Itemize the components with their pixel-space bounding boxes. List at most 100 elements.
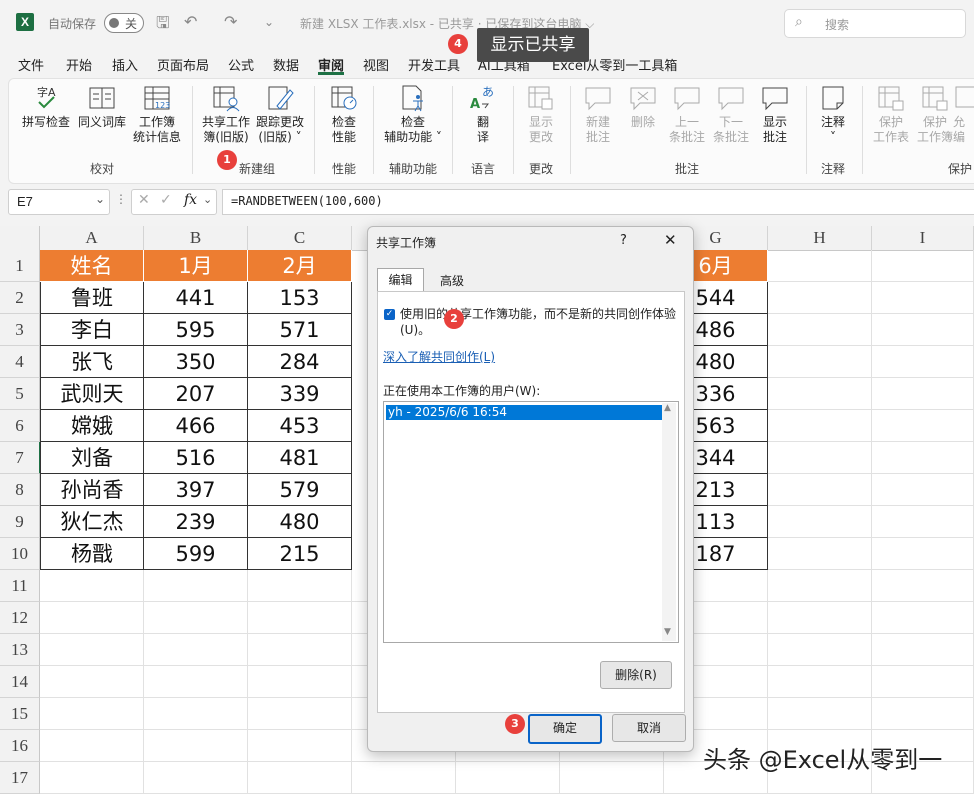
track-changes-button[interactable]: 跟踪更改 (旧版) ˅: [248, 84, 312, 145]
empty-cell[interactable]: [768, 506, 872, 538]
customize-toolbar-icon[interactable]: ⌄: [264, 15, 274, 29]
menu-insert[interactable]: 插入: [112, 55, 138, 74]
empty-cell[interactable]: [248, 602, 352, 634]
empty-cell[interactable]: [872, 282, 974, 314]
empty-cell[interactable]: [144, 602, 248, 634]
insert-function-icon[interactable]: fx: [184, 192, 197, 208]
empty-cell[interactable]: [560, 762, 664, 794]
empty-cell[interactable]: [248, 634, 352, 666]
empty-cell[interactable]: [768, 666, 872, 698]
table-cell[interactable]: 441: [144, 282, 248, 314]
table-cell[interactable]: 孙尚香: [40, 474, 144, 506]
formula-input[interactable]: =RANDBETWEEN(100,600): [222, 189, 974, 215]
empty-cell[interactable]: [248, 570, 352, 602]
empty-cell[interactable]: [768, 698, 872, 730]
search-box[interactable]: ⌕ 搜索: [784, 9, 966, 38]
table-cell[interactable]: 刘备: [40, 442, 144, 474]
empty-cell[interactable]: [872, 570, 974, 602]
check-icon[interactable]: ✓: [160, 192, 172, 208]
empty-cell[interactable]: [872, 602, 974, 634]
tab-advanced[interactable]: 高级: [428, 270, 476, 292]
empty-cell[interactable]: [40, 730, 144, 762]
empty-cell[interactable]: [144, 698, 248, 730]
empty-cell[interactable]: [872, 378, 974, 410]
empty-cell[interactable]: [872, 346, 974, 378]
empty-cell[interactable]: [768, 282, 872, 314]
empty-cell[interactable]: [768, 250, 872, 282]
table-cell[interactable]: 207: [144, 378, 248, 410]
row-header-2[interactable]: 2: [0, 282, 40, 314]
row-header-5[interactable]: 5: [0, 378, 40, 410]
empty-cell[interactable]: [768, 602, 872, 634]
row-header-6[interactable]: 6: [0, 410, 40, 442]
empty-cell[interactable]: [144, 634, 248, 666]
empty-cell[interactable]: [872, 634, 974, 666]
menu-developer[interactable]: 开发工具: [408, 55, 460, 74]
table-cell[interactable]: 215: [248, 538, 352, 570]
menu-home[interactable]: 开始: [66, 55, 92, 74]
row-header-13[interactable]: 13: [0, 634, 40, 666]
notes-button[interactable]: 注释 ˅: [801, 84, 865, 145]
ok-button[interactable]: 确定: [528, 714, 602, 744]
check-performance-button[interactable]: 检查 性能: [312, 84, 376, 145]
table-cell[interactable]: 480: [248, 506, 352, 538]
empty-cell[interactable]: [40, 698, 144, 730]
table-header-cell[interactable]: 2月: [248, 250, 352, 282]
empty-cell[interactable]: [768, 378, 872, 410]
empty-cell[interactable]: [40, 634, 144, 666]
table-header-cell[interactable]: 1月: [144, 250, 248, 282]
allow-edit-button[interactable]: 允 编: [953, 84, 974, 145]
empty-cell[interactable]: [144, 570, 248, 602]
empty-cell[interactable]: [40, 666, 144, 698]
empty-cell[interactable]: [248, 762, 352, 794]
row-header-11[interactable]: 11: [0, 570, 40, 602]
menu-page-layout[interactable]: 页面布局: [157, 55, 209, 74]
column-header-a[interactable]: A: [40, 226, 144, 251]
table-cell[interactable]: 李白: [40, 314, 144, 346]
table-cell[interactable]: 599: [144, 538, 248, 570]
table-cell[interactable]: 397: [144, 474, 248, 506]
learn-coauthoring-link[interactable]: 深入了解共同创作(L): [383, 348, 495, 365]
empty-cell[interactable]: [768, 474, 872, 506]
empty-cell[interactable]: [872, 442, 974, 474]
autosave-toggle[interactable]: 关: [104, 13, 144, 33]
table-cell[interactable]: 张飞: [40, 346, 144, 378]
table-cell[interactable]: 嫦娥: [40, 410, 144, 442]
legacy-sharing-checkbox[interactable]: ✓: [384, 309, 395, 320]
table-cell[interactable]: 狄仁杰: [40, 506, 144, 538]
listbox-scrollbar[interactable]: ▲ ▼: [662, 403, 676, 641]
row-header-7[interactable]: 7: [0, 442, 41, 474]
row-header-17[interactable]: 17: [0, 762, 40, 794]
empty-cell[interactable]: [768, 314, 872, 346]
scroll-down-icon[interactable]: ▼: [664, 627, 671, 637]
row-header-8[interactable]: 8: [0, 474, 40, 506]
list-item[interactable]: yh - 2025/6/6 16:54: [386, 405, 662, 420]
table-cell[interactable]: 鲁班: [40, 282, 144, 314]
more-options-icon[interactable]: ⋮: [115, 192, 127, 206]
table-cell[interactable]: 571: [248, 314, 352, 346]
table-cell[interactable]: 239: [144, 506, 248, 538]
row-header-3[interactable]: 3: [0, 314, 40, 346]
empty-cell[interactable]: [144, 730, 248, 762]
remove-user-button[interactable]: 删除(R): [600, 661, 672, 689]
table-cell[interactable]: 153: [248, 282, 352, 314]
cancel-button[interactable]: 取消: [612, 714, 686, 742]
table-cell[interactable]: 杨戬: [40, 538, 144, 570]
empty-cell[interactable]: [872, 538, 974, 570]
table-cell[interactable]: 284: [248, 346, 352, 378]
select-all-corner[interactable]: [0, 226, 40, 251]
row-header-9[interactable]: 9: [0, 506, 40, 538]
workbook-stats-button[interactable]: 123 工作簿 统计信息: [125, 84, 189, 145]
column-header-h[interactable]: H: [768, 226, 872, 251]
empty-cell[interactable]: [456, 762, 560, 794]
menu-view[interactable]: 视图: [363, 55, 389, 74]
cancel-icon[interactable]: ✕: [138, 192, 150, 208]
table-cell[interactable]: 481: [248, 442, 352, 474]
table-cell[interactable]: 339: [248, 378, 352, 410]
scroll-up-icon[interactable]: ▲: [664, 403, 671, 413]
empty-cell[interactable]: [144, 762, 248, 794]
empty-cell[interactable]: [872, 410, 974, 442]
empty-cell[interactable]: [144, 666, 248, 698]
menu-formulas[interactable]: 公式: [228, 55, 254, 74]
empty-cell[interactable]: [768, 442, 872, 474]
